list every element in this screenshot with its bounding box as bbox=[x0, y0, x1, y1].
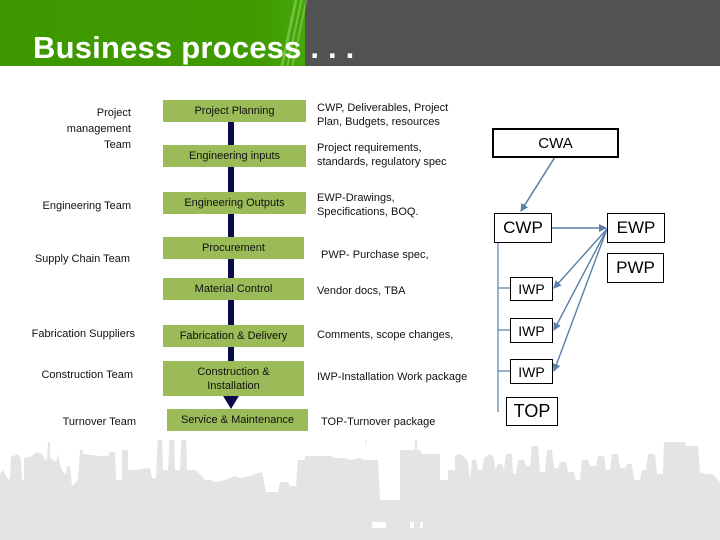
step-label-line: Installation bbox=[207, 379, 260, 392]
deliverable-line: Project requirements, bbox=[317, 142, 422, 154]
team-label-turnover: Turnover Team bbox=[62, 416, 136, 428]
deliverable-project-planning: CWP, Deliverables, Project Plan, Budgets… bbox=[317, 101, 448, 129]
connector-cwa-to-cwp bbox=[520, 156, 556, 212]
team-label-line: Team bbox=[104, 139, 131, 151]
connector-ewp-to-iwp-1 bbox=[553, 228, 608, 289]
cwa-box: CWA bbox=[492, 128, 619, 158]
pwp-box: PWP bbox=[607, 253, 664, 283]
top-box: TOP bbox=[506, 397, 558, 426]
deliverable-construction-installation: IWP-Installation Work package bbox=[317, 371, 468, 383]
connector-ewp-to-iwp-3 bbox=[552, 228, 608, 372]
step-procurement: Procurement bbox=[163, 237, 304, 259]
ewp-box: EWP bbox=[607, 213, 665, 243]
slide-header: Business process . . . bbox=[0, 0, 720, 66]
deliverable-engineering-outputs: EWP-Drawings, Specifications, BOQ. bbox=[317, 191, 419, 219]
team-label-fabrication-suppliers: Fabrication Suppliers bbox=[31, 328, 135, 340]
cwp-box: CWP bbox=[494, 213, 552, 243]
deliverable-line: standards, regulatory spec bbox=[317, 156, 447, 168]
page-title: Business process . . . bbox=[33, 30, 355, 65]
step-construction-installation: Construction & Installation bbox=[163, 361, 304, 396]
step-engineering-inputs: Engineering inputs bbox=[163, 145, 306, 167]
step-fabrication-delivery: Fabrication & Delivery bbox=[163, 325, 304, 347]
connector-ewp-to-iwp-2 bbox=[553, 228, 608, 331]
team-label-construction: Construction Team bbox=[41, 369, 133, 381]
team-label-project-management: Project management Team bbox=[67, 105, 131, 153]
deliverable-procurement: PWP- Purchase spec, bbox=[321, 249, 429, 261]
deliverable-line: Plan, Budgets, resources bbox=[317, 116, 440, 128]
deliverable-engineering-inputs: Project requirements, standards, regulat… bbox=[317, 141, 447, 169]
team-label-engineering: Engineering Team bbox=[42, 200, 131, 212]
deliverable-line: CWP, Deliverables, Project bbox=[317, 102, 449, 114]
step-engineering-outputs: Engineering Outputs bbox=[163, 192, 306, 214]
deliverable-line: Specifications, BOQ. bbox=[317, 206, 419, 218]
deliverable-line: EWP-Drawings, bbox=[317, 192, 395, 204]
iwp-box: IWP bbox=[510, 359, 553, 384]
iwp-box: IWP bbox=[510, 277, 553, 301]
step-service-maintenance: Service & Maintenance bbox=[167, 409, 308, 431]
step-project-planning: Project Planning bbox=[163, 100, 306, 122]
city-skyline-background bbox=[0, 440, 720, 540]
team-label-line: Project bbox=[96, 107, 131, 119]
step-label-line: Construction & bbox=[197, 365, 270, 378]
deliverable-service-maintenance: TOP-Turnover package bbox=[321, 416, 436, 428]
deliverable-fabrication-delivery: Comments, scope changes, bbox=[317, 329, 454, 341]
step-material-control: Material Control bbox=[163, 278, 304, 300]
team-label-supply-chain: Supply Chain Team bbox=[34, 253, 130, 265]
deliverable-material-control: Vendor docs, TBA bbox=[317, 285, 406, 297]
iwp-box: IWP bbox=[510, 318, 553, 343]
team-label-line: management bbox=[66, 123, 131, 135]
